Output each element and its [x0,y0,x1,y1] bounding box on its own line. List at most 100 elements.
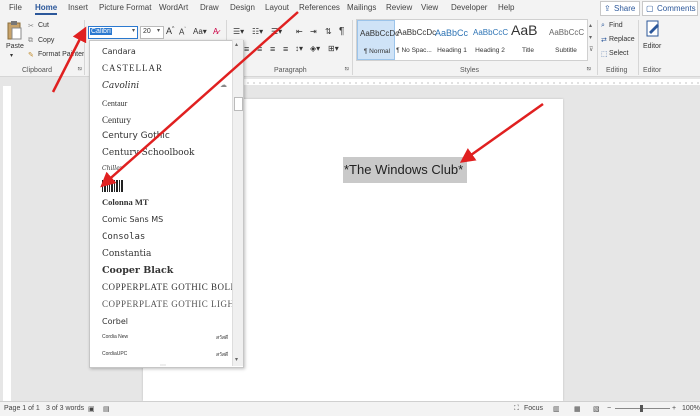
style-3[interactable]: AaBbCcC Heading 2 [471,20,509,60]
zoom-level[interactable]: 100% [682,405,700,412]
font-list-scrollbar[interactable]: ▴ ▾ [232,40,243,366]
format-painter-button[interactable]: Format Painter [38,51,84,58]
tab-layout[interactable]: Layout [265,3,289,12]
zoom-slider-thumb[interactable] [640,405,643,412]
tab-mailings[interactable]: Mailings [347,3,376,12]
style-2[interactable]: AaBbCc Heading 1 [433,20,471,60]
tab-draw[interactable]: Draw [200,3,219,12]
find-button[interactable]: Find [609,22,623,29]
tab-wordart[interactable]: WordArt [159,3,188,12]
font-size-input[interactable]: 20 [140,26,164,39]
font-item-consolas[interactable]: Consolas [102,232,145,242]
clear-formatting-icon[interactable]: A̷ [213,27,218,36]
font-item-century[interactable]: Century [102,115,131,125]
paste-button[interactable]: Paste [6,43,24,50]
font-item-comic-sans[interactable]: Comic Sans MS [102,215,163,224]
font-size-dropdown-icon[interactable]: ▾ [157,27,160,34]
styles-scroll-down-icon[interactable]: ▾ [589,34,592,41]
copy-button[interactable]: Copy [38,37,54,44]
borders-icon[interactable]: ⊞▾ [328,44,339,53]
styles-dialog-launcher-icon[interactable]: ⧅ [587,66,591,73]
align-center-icon[interactable]: ≡ [257,44,262,54]
tab-view[interactable]: View [421,3,438,12]
comments-button[interactable]: ▢ Comments [642,1,698,16]
tab-home[interactable]: Home [35,3,58,15]
tab-insert[interactable]: Insert [68,3,88,12]
font-item-candara[interactable]: Candara [102,47,136,56]
font-item-constantia[interactable]: Constantia [102,249,151,259]
style-1[interactable]: AaBbCcDc ¶ No Spac... [395,20,436,60]
tab-developer[interactable]: Developer [451,3,487,12]
font-item-cavolini[interactable]: Cavolini [102,81,139,91]
zoom-in-icon[interactable]: + [672,405,676,412]
sort-icon[interactable]: ⇅ [325,27,332,36]
zoom-out-icon[interactable]: − [607,405,611,412]
show-formatting-icon[interactable]: ¶ [339,26,344,37]
read-mode-icon[interactable]: ▥ [553,405,560,413]
select-button[interactable]: Select [609,50,628,57]
font-item-castellar[interactable]: CASTELLAR [102,63,163,73]
editor-button[interactable]: Editor [643,43,661,50]
grow-font-icon[interactable]: A^ [166,26,174,36]
vertical-ruler[interactable] [0,86,12,401]
web-layout-icon[interactable]: ▧ [593,405,600,413]
tab-help[interactable]: Help [498,3,514,12]
font-item-corbel[interactable]: Corbel [102,317,128,326]
font-item-cordiaupc[interactable]: CordiaUPC [102,351,127,357]
change-case-icon[interactable]: Aa▾ [193,27,207,36]
tab-file[interactable]: File [9,3,22,12]
line-spacing-icon[interactable]: ↕▾ [295,44,303,53]
selected-document-text[interactable]: *The Windows Club* [343,157,467,183]
align-right-icon[interactable]: ≡ [270,44,275,54]
align-left-icon[interactable]: ≡ [244,44,249,54]
scroll-down-icon[interactable]: ▾ [235,356,238,363]
chevron-down-icon[interactable]: ▾ [10,52,13,59]
bullets-icon[interactable]: ☰▾ [233,27,244,36]
print-layout-icon[interactable]: ▦ [574,405,581,413]
increase-indent-icon[interactable]: ⇥ [310,27,317,36]
decrease-indent-icon[interactable]: ⇤ [296,27,303,36]
font-item-century-schoolbook[interactable]: Century Schoolbook [102,148,194,158]
horizontal-ruler[interactable] [244,77,700,86]
font-name-input[interactable]: Calibri [88,26,138,39]
focus-button[interactable]: Focus [524,405,543,412]
font-name-dropdown-icon[interactable]: ▾ [132,27,135,34]
page-count[interactable]: Page 1 of 1 [4,405,40,412]
shading-icon[interactable]: ◈▾ [310,44,320,53]
multilevel-list-icon[interactable]: ☰▾ [271,27,282,36]
scroll-thumb[interactable] [234,97,243,111]
word-count[interactable]: 3 of 3 words [46,405,84,412]
proofing-icon[interactable]: ▣ [88,405,95,413]
share-button[interactable]: ⇪ Share [600,1,640,16]
font-item-centaur[interactable]: Centaur [102,99,127,108]
paragraph-dialog-launcher-icon[interactable]: ⧅ [345,66,349,73]
replace-button[interactable]: Replace [609,36,635,43]
styles-scroll-up-icon[interactable]: ▴ [589,22,592,29]
font-item-cooper-black[interactable]: Cooper Black [102,265,173,276]
macro-icon[interactable]: ▤ [103,405,110,413]
font-item-colonna-mt[interactable]: Colonna MT [102,197,149,207]
tab-design[interactable]: Design [230,3,255,12]
style-5[interactable]: AaBbCcC Subtitle [547,20,585,60]
font-item-copperplate-bold[interactable]: COPPERPLATE GOTHIC BOLD [102,282,238,292]
style-4[interactable]: AaB Title [509,20,547,60]
dialog-launcher-icon[interactable]: ⧅ [78,66,82,73]
tab-references[interactable]: References [299,3,340,12]
paste-icon[interactable] [6,20,22,40]
style-0[interactable]: AaBbCcDc ¶ Normal [357,20,399,60]
barcode-font-preview[interactable] [102,180,124,192]
scroll-up-icon[interactable]: ▴ [235,41,238,48]
font-item-cordia-new[interactable]: Cordia New [102,334,128,340]
styles-more-icon[interactable]: ⊽ [589,46,593,53]
editor-icon[interactable] [645,20,661,38]
resize-grip-icon[interactable]: ⋯ [160,362,166,369]
cut-button[interactable]: Cut [38,22,49,29]
justify-icon[interactable]: ≡ [283,44,288,54]
tab-picture-format[interactable]: Picture Format [99,3,151,12]
font-item-copperplate-light[interactable]: COPPERPLATE GOTHIC LIGHT [102,299,241,309]
shrink-font-icon[interactable]: Aˇ [179,27,186,37]
tab-review[interactable]: Review [386,3,412,12]
font-item-chiller[interactable]: Chiller [102,165,123,172]
font-item-century-gothic[interactable]: Century Gothic [102,131,170,141]
numbering-icon[interactable]: ☷▾ [252,27,263,36]
